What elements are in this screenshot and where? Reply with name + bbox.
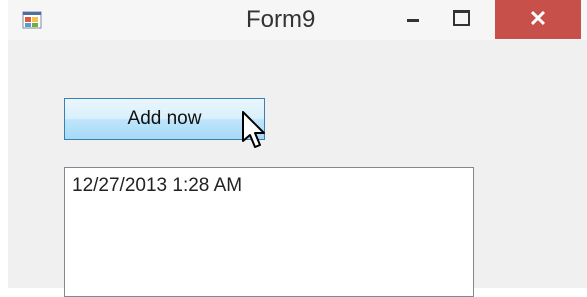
window-title: Form9 — [246, 6, 316, 33]
close-icon: ✕ — [528, 6, 548, 31]
add-now-button[interactable]: Add now — [64, 98, 265, 140]
mouse-pointer-icon — [241, 111, 267, 153]
form-window: Form9 ✕ Add now 12/27/2013 1:28 AM — [8, 0, 587, 297]
maximize-icon — [453, 10, 470, 26]
close-button[interactable]: ✕ — [495, 0, 581, 39]
datetime-listbox[interactable]: 12/27/2013 1:28 AM — [64, 167, 474, 297]
minimize-icon — [407, 19, 419, 22]
title-bar[interactable]: Form9 ✕ — [8, 0, 587, 40]
app-icon[interactable] — [22, 11, 42, 29]
maximize-button[interactable] — [440, 0, 484, 40]
list-item[interactable]: 12/27/2013 1:28 AM — [72, 175, 242, 197]
minimize-button[interactable] — [393, 0, 435, 40]
